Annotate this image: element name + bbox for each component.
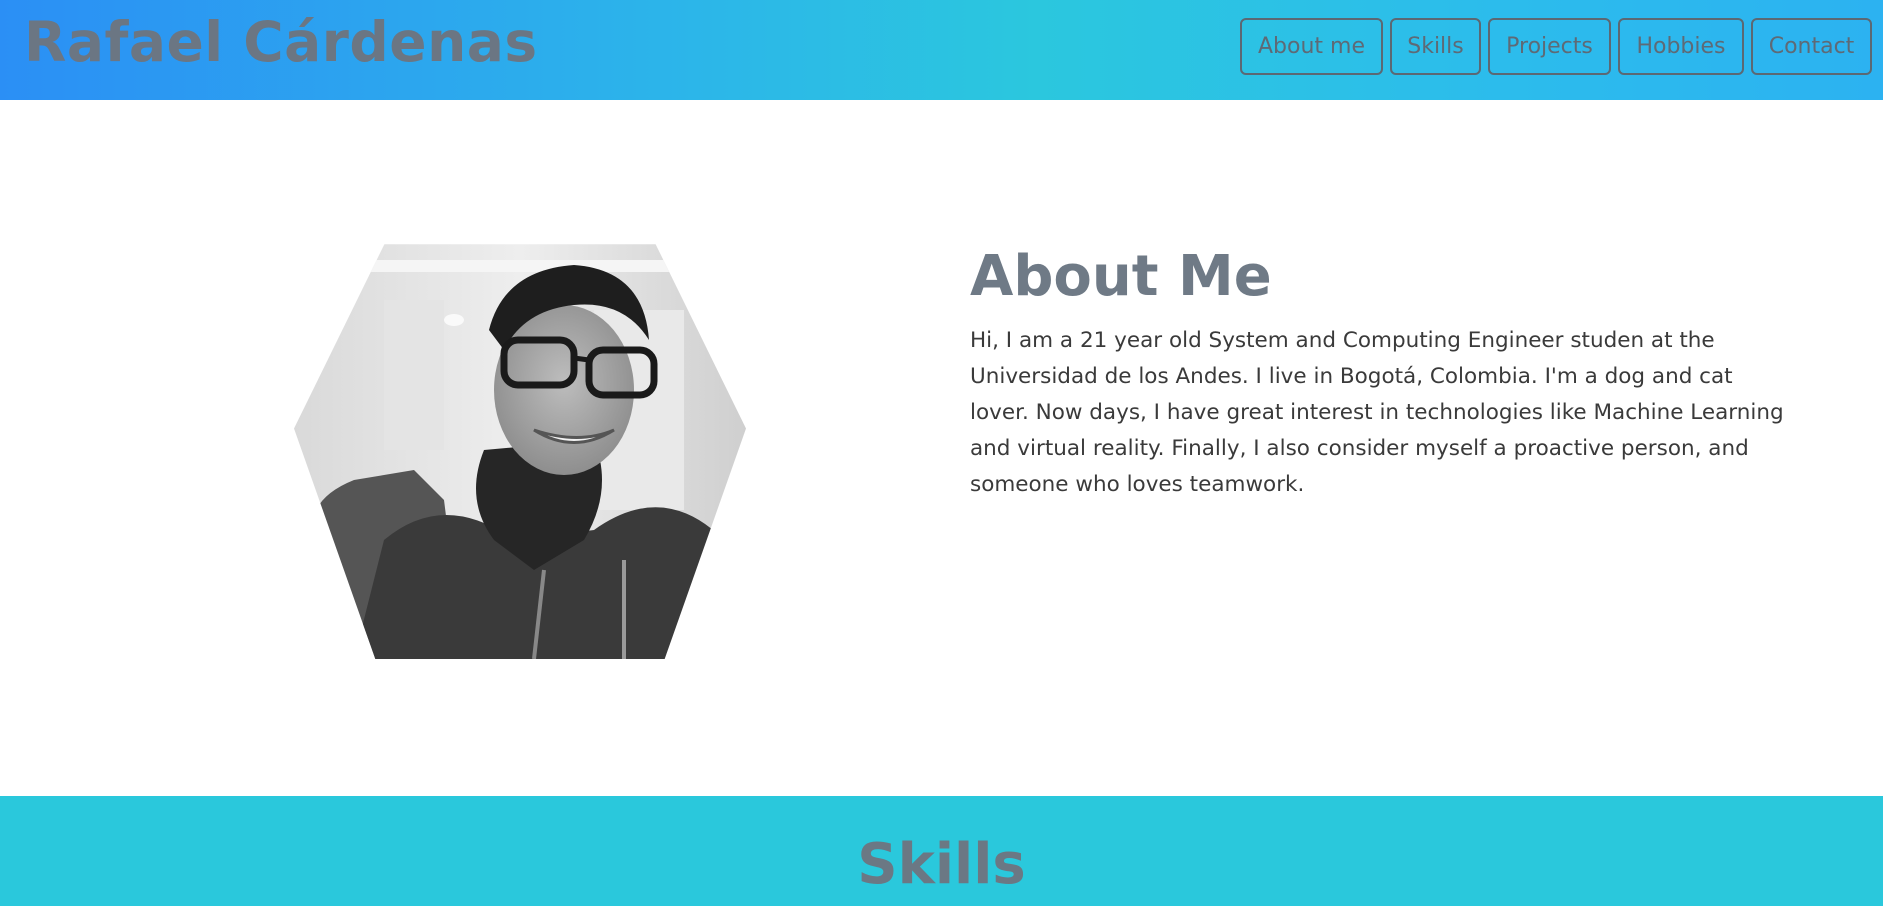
nav-skills-button[interactable]: Skills — [1390, 18, 1481, 75]
skills-section: Skills — [0, 796, 1883, 906]
nav-contact-button[interactable]: Contact — [1751, 18, 1872, 75]
site-brand[interactable]: Rafael Cárdenas — [24, 10, 538, 74]
portrait-image — [294, 244, 746, 659]
nav-projects-button[interactable]: Projects — [1488, 18, 1611, 75]
profile-photo — [294, 244, 746, 659]
about-title: About Me — [970, 244, 1272, 309]
nav-about-button[interactable]: About me — [1240, 18, 1383, 75]
nav-hobbies-button[interactable]: Hobbies — [1618, 18, 1744, 75]
about-description: Hi, I am a 21 year old System and Comput… — [970, 328, 1784, 497]
top-navbar: Rafael Cárdenas About me Skills Projects… — [0, 0, 1883, 100]
skills-title: Skills — [857, 832, 1026, 897]
main-nav: About me Skills Projects Hobbies Contact — [1240, 18, 1872, 75]
